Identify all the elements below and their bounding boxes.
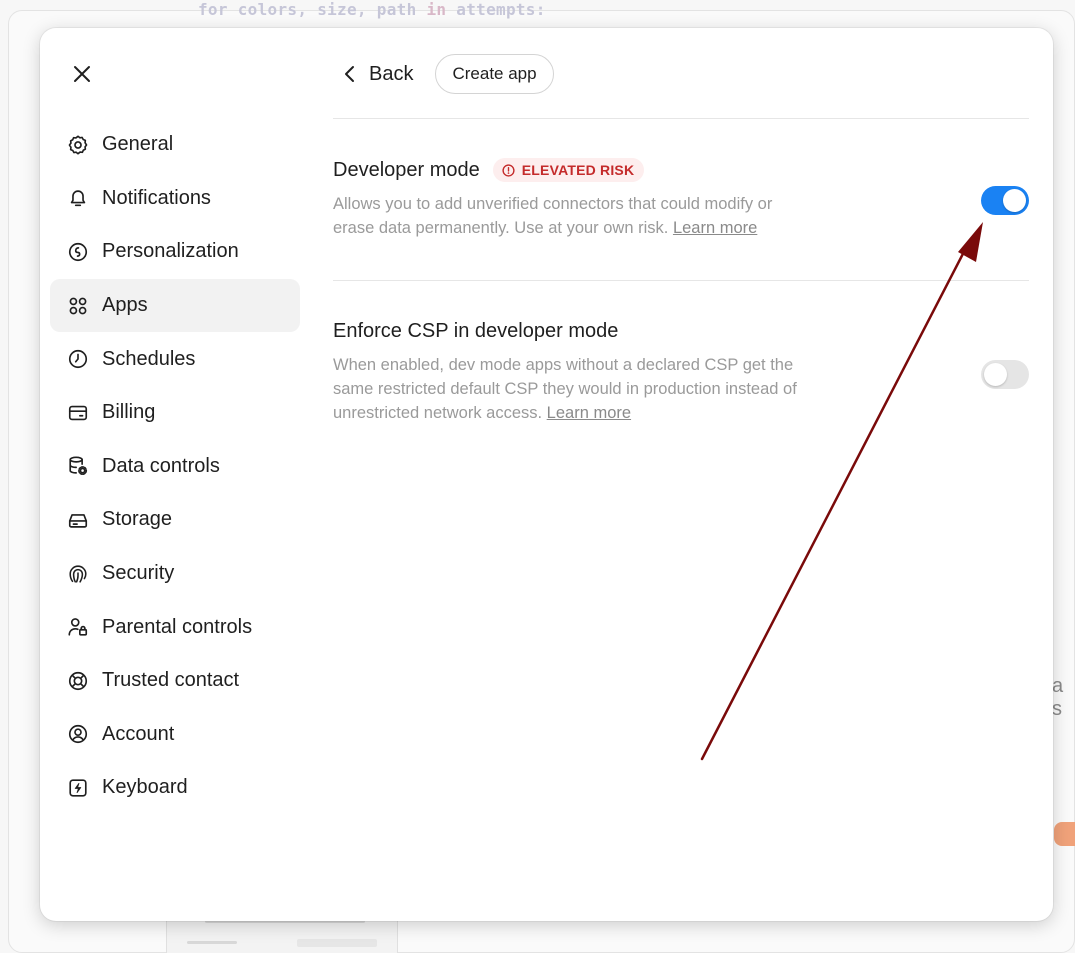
bell-icon xyxy=(67,187,89,209)
close-button[interactable] xyxy=(68,60,96,88)
sidebar-item-personalization[interactable]: Personalization xyxy=(50,225,300,279)
back-button[interactable]: Back xyxy=(333,63,413,86)
gear-icon xyxy=(67,134,89,156)
sidebar-item-label: Security xyxy=(102,562,175,585)
sidebar-item-label: Schedules xyxy=(102,347,196,370)
sidebar-item-label: General xyxy=(102,133,174,156)
toggle-knob xyxy=(984,363,1007,386)
settings-sidebar: General Notifications Personalization Ap… xyxy=(50,118,300,815)
divider xyxy=(333,118,1029,119)
fingerprint-icon xyxy=(67,563,89,585)
keyboard-bolt-icon xyxy=(67,777,89,799)
toggle-knob xyxy=(1003,189,1026,212)
chevron-left-icon xyxy=(345,66,354,82)
close-icon xyxy=(74,66,90,82)
personalization-icon xyxy=(67,241,89,263)
sidebar-item-billing[interactable]: Billing xyxy=(50,386,300,440)
account-circle-icon xyxy=(67,723,89,745)
apps-icon xyxy=(67,295,89,317)
elevated-risk-label: ELEVATED RISK xyxy=(521,162,635,178)
sidebar-item-label: Data controls xyxy=(102,454,220,477)
developer-mode-title: Developer mode xyxy=(333,158,480,181)
database-gear-icon xyxy=(67,455,89,477)
sidebar-item-parental-controls[interactable]: Parental controls xyxy=(50,600,300,654)
sidebar-item-storage[interactable]: Storage xyxy=(50,493,300,547)
sidebar-item-label: Parental controls xyxy=(102,615,253,638)
sidebar-item-label: Notifications xyxy=(102,186,211,209)
credit-card-icon xyxy=(67,402,89,424)
create-app-button[interactable]: Create app xyxy=(435,54,554,94)
background-orange-badge xyxy=(1054,822,1075,846)
enforce-csp-title: Enforce CSP in developer mode xyxy=(333,320,619,342)
sidebar-item-label: Storage xyxy=(102,508,173,531)
apps-settings-content: Back Create app Developer mode ELEVATED … xyxy=(333,28,1029,921)
content-topbar: Back Create app xyxy=(333,53,554,95)
elevated-risk-badge: ELEVATED RISK xyxy=(492,158,645,182)
sidebar-item-label: Billing xyxy=(102,401,156,424)
sidebar-item-data-controls[interactable]: Data controls xyxy=(50,440,300,494)
divider xyxy=(333,280,1029,281)
person-lock-icon xyxy=(67,616,89,638)
enforce-csp-toggle[interactable] xyxy=(981,360,1029,389)
alert-circle-icon xyxy=(502,163,515,177)
enforce-csp-setting: Enforce CSP in developer mode When enabl… xyxy=(333,320,1029,425)
lifebuoy-icon xyxy=(67,670,89,692)
developer-mode-toggle[interactable] xyxy=(981,186,1029,215)
sidebar-item-label: Account xyxy=(102,722,175,745)
sidebar-item-label: Keyboard xyxy=(102,776,188,799)
back-button-label: Back xyxy=(369,62,414,85)
sidebar-item-schedules[interactable]: Schedules xyxy=(50,332,300,386)
sidebar-item-general[interactable]: General xyxy=(50,118,300,172)
background-partial-text: a s xyxy=(1052,675,1064,720)
storage-drive-icon xyxy=(67,509,89,531)
sidebar-item-trusted-contact[interactable]: Trusted contact xyxy=(50,654,300,708)
sidebar-item-label: Trusted contact xyxy=(102,669,240,692)
clock-icon xyxy=(67,348,89,370)
background-code-line: for colors, size, path in attempts: xyxy=(198,0,546,19)
sidebar-item-account[interactable]: Account xyxy=(50,708,300,762)
sidebar-item-keyboard[interactable]: Keyboard xyxy=(50,761,300,815)
developer-mode-setting: Developer mode ELEVATED RISK Allows you … xyxy=(333,158,1029,240)
sidebar-item-notifications[interactable]: Notifications xyxy=(50,172,300,226)
developer-mode-learn-more-link[interactable]: Learn more xyxy=(673,219,757,237)
sidebar-item-label: Apps xyxy=(102,294,148,317)
sidebar-item-security[interactable]: Security xyxy=(50,547,300,601)
settings-modal: General Notifications Personalization Ap… xyxy=(40,28,1053,921)
sidebar-item-label: Personalization xyxy=(102,240,239,263)
sidebar-item-apps[interactable]: Apps xyxy=(50,278,300,333)
enforce-csp-learn-more-link[interactable]: Learn more xyxy=(547,404,631,422)
